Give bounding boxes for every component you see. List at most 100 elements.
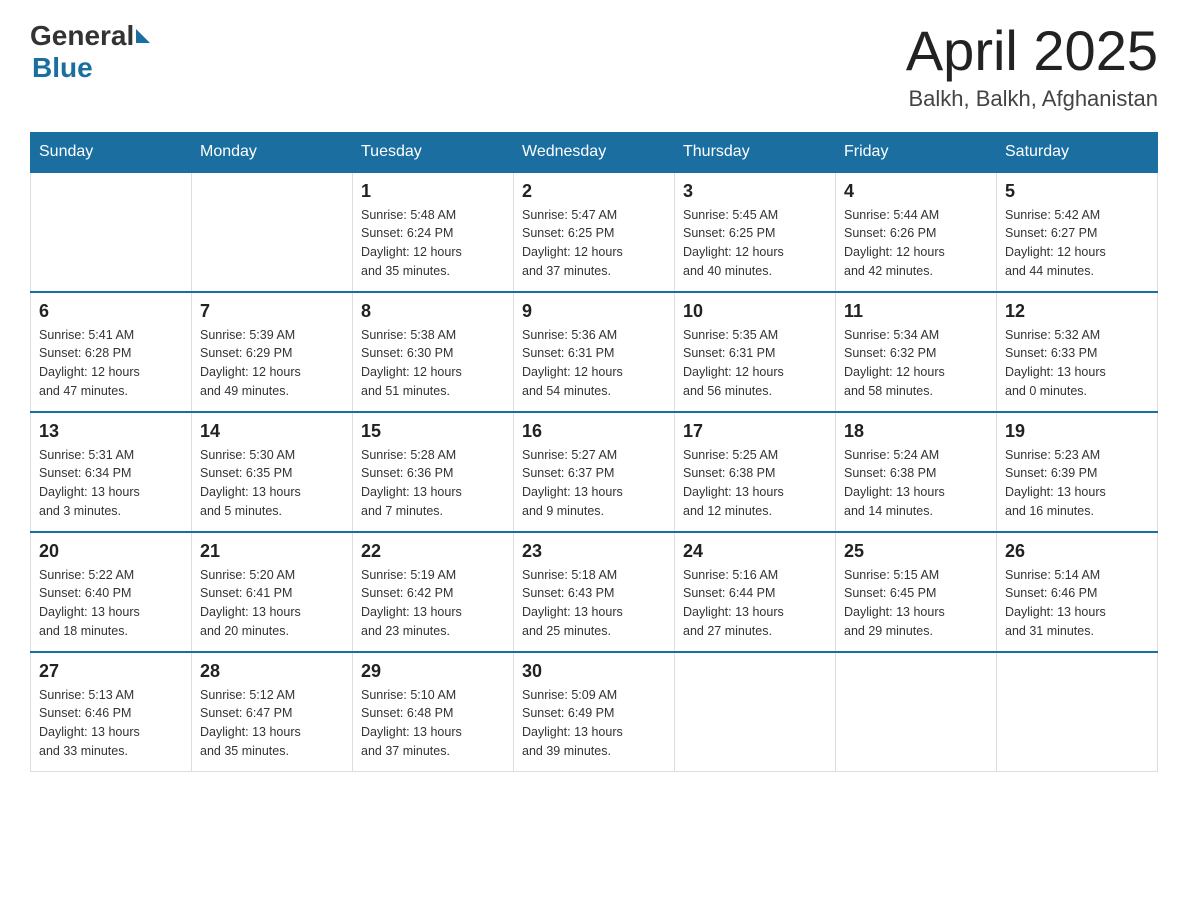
header-monday: Monday: [192, 132, 353, 172]
day-number: 7: [200, 301, 344, 322]
day-info: Sunrise: 5:18 AMSunset: 6:43 PMDaylight:…: [522, 566, 666, 641]
week-row-1: 1Sunrise: 5:48 AMSunset: 6:24 PMDaylight…: [31, 172, 1158, 292]
week-row-5: 27 Sunrise: 5:13 AMSunset: 6:46 PMDayligh…: [31, 652, 1158, 772]
day-number: 3: [683, 181, 827, 202]
page-header: General Blue April 2025 Balkh, Balkh, Af…: [30, 20, 1158, 112]
day-number: 8: [361, 301, 505, 322]
title-section: April 2025 Balkh, Balkh, Afghanistan: [906, 20, 1158, 112]
day-info: Sunrise: 5:35 AMSunset: 6:31 PMDaylight:…: [683, 326, 827, 401]
day-number: 16: [522, 421, 666, 442]
table-row: 10Sunrise: 5:35 AMSunset: 6:31 PMDayligh…: [675, 292, 836, 412]
header-saturday: Saturday: [997, 132, 1158, 172]
day-info: Sunrise: 5:42 AMSunset: 6:27 PMDaylight:…: [1005, 206, 1149, 281]
day-info: Sunrise: 5:27 AMSunset: 6:37 PMDaylight:…: [522, 446, 666, 521]
table-row: 9Sunrise: 5:36 AMSunset: 6:31 PMDaylight…: [514, 292, 675, 412]
day-info: Sunrise: 5:41 AMSunset: 6:28 PMDaylight:…: [39, 326, 183, 401]
day-info: Sunrise: 5:31 AMSunset: 6:34 PMDaylight:…: [39, 446, 183, 521]
day-info: Sunrise: 5:15 AMSunset: 6:45 PMDaylight:…: [844, 566, 988, 641]
header-sunday: Sunday: [31, 132, 192, 172]
table-row: 29 Sunrise: 5:10 AMSunset: 6:48 PMDayligh…: [353, 652, 514, 772]
day-info: Sunrise: 5:23 AMSunset: 6:39 PMDaylight:…: [1005, 446, 1149, 521]
day-number: 22: [361, 541, 505, 562]
day-info: Sunrise: 5:12 AMSunset: 6:47 PMDaylight:…: [200, 686, 344, 761]
day-number: 9: [522, 301, 666, 322]
day-info: Sunrise: 5:28 AMSunset: 6:36 PMDaylight:…: [361, 446, 505, 521]
day-info: Sunrise: 5:19 AMSunset: 6:42 PMDaylight:…: [361, 566, 505, 641]
day-number: 18: [844, 421, 988, 442]
table-row: 28 Sunrise: 5:12 AMSunset: 6:47 PMDayligh…: [192, 652, 353, 772]
day-info: Sunrise: 5:48 AMSunset: 6:24 PMDaylight:…: [361, 206, 505, 281]
table-row: 1Sunrise: 5:48 AMSunset: 6:24 PMDaylight…: [353, 172, 514, 292]
day-info: Sunrise: 5:25 AMSunset: 6:38 PMDaylight:…: [683, 446, 827, 521]
day-number: 27: [39, 661, 183, 682]
table-row: [31, 172, 192, 292]
location-text: Balkh, Balkh, Afghanistan: [906, 86, 1158, 112]
table-row: 5 Sunrise: 5:42 AMSunset: 6:27 PMDaylight…: [997, 172, 1158, 292]
day-info: Sunrise: 5:20 AMSunset: 6:41 PMDaylight:…: [200, 566, 344, 641]
day-number: 29: [361, 661, 505, 682]
day-number: 4: [844, 181, 988, 202]
day-info: Sunrise: 5:14 AMSunset: 6:46 PMDaylight:…: [1005, 566, 1149, 641]
day-number: 25: [844, 541, 988, 562]
table-row: [836, 652, 997, 772]
table-row: 25 Sunrise: 5:15 AMSunset: 6:45 PMDayligh…: [836, 532, 997, 652]
table-row: [997, 652, 1158, 772]
day-number: 20: [39, 541, 183, 562]
day-number: 14: [200, 421, 344, 442]
table-row: [192, 172, 353, 292]
day-info: Sunrise: 5:09 AMSunset: 6:49 PMDaylight:…: [522, 686, 666, 761]
table-row: 12 Sunrise: 5:32 AMSunset: 6:33 PMDayligh…: [997, 292, 1158, 412]
day-number: 12: [1005, 301, 1149, 322]
day-number: 30: [522, 661, 666, 682]
day-number: 17: [683, 421, 827, 442]
day-info: Sunrise: 5:45 AMSunset: 6:25 PMDaylight:…: [683, 206, 827, 281]
day-info: Sunrise: 5:39 AMSunset: 6:29 PMDaylight:…: [200, 326, 344, 401]
day-info: Sunrise: 5:16 AMSunset: 6:44 PMDaylight:…: [683, 566, 827, 641]
day-number: 11: [844, 301, 988, 322]
table-row: [675, 652, 836, 772]
day-info: Sunrise: 5:44 AMSunset: 6:26 PMDaylight:…: [844, 206, 988, 281]
header-tuesday: Tuesday: [353, 132, 514, 172]
table-row: 26 Sunrise: 5:14 AMSunset: 6:46 PMDayligh…: [997, 532, 1158, 652]
calendar-table: Sunday Monday Tuesday Wednesday Thursday…: [30, 132, 1158, 773]
logo-blue-text: Blue: [32, 52, 93, 83]
logo-triangle-icon: [136, 29, 150, 43]
month-title: April 2025: [906, 20, 1158, 82]
table-row: 6 Sunrise: 5:41 AMSunset: 6:28 PMDaylight…: [31, 292, 192, 412]
day-info: Sunrise: 5:13 AMSunset: 6:46 PMDaylight:…: [39, 686, 183, 761]
table-row: 15Sunrise: 5:28 AMSunset: 6:36 PMDayligh…: [353, 412, 514, 532]
day-number: 21: [200, 541, 344, 562]
day-info: Sunrise: 5:34 AMSunset: 6:32 PMDaylight:…: [844, 326, 988, 401]
header-wednesday: Wednesday: [514, 132, 675, 172]
table-row: 4 Sunrise: 5:44 AMSunset: 6:26 PMDaylight…: [836, 172, 997, 292]
day-info: Sunrise: 5:22 AMSunset: 6:40 PMDaylight:…: [39, 566, 183, 641]
logo: General Blue: [30, 20, 152, 84]
logo-general-text: General: [30, 20, 134, 52]
week-row-2: 6 Sunrise: 5:41 AMSunset: 6:28 PMDaylight…: [31, 292, 1158, 412]
table-row: 20 Sunrise: 5:22 AMSunset: 6:40 PMDayligh…: [31, 532, 192, 652]
table-row: 22 Sunrise: 5:19 AMSunset: 6:42 PMDayligh…: [353, 532, 514, 652]
day-info: Sunrise: 5:10 AMSunset: 6:48 PMDaylight:…: [361, 686, 505, 761]
table-row: 23 Sunrise: 5:18 AMSunset: 6:43 PMDayligh…: [514, 532, 675, 652]
day-info: Sunrise: 5:24 AMSunset: 6:38 PMDaylight:…: [844, 446, 988, 521]
day-number: 19: [1005, 421, 1149, 442]
header-thursday: Thursday: [675, 132, 836, 172]
day-number: 13: [39, 421, 183, 442]
day-info: Sunrise: 5:30 AMSunset: 6:35 PMDaylight:…: [200, 446, 344, 521]
day-info: Sunrise: 5:32 AMSunset: 6:33 PMDaylight:…: [1005, 326, 1149, 401]
day-number: 24: [683, 541, 827, 562]
table-row: 21 Sunrise: 5:20 AMSunset: 6:41 PMDayligh…: [192, 532, 353, 652]
table-row: 11 Sunrise: 5:34 AMSunset: 6:32 PMDayligh…: [836, 292, 997, 412]
table-row: 27 Sunrise: 5:13 AMSunset: 6:46 PMDayligh…: [31, 652, 192, 772]
table-row: 30 Sunrise: 5:09 AMSunset: 6:49 PMDayligh…: [514, 652, 675, 772]
day-number: 6: [39, 301, 183, 322]
day-number: 5: [1005, 181, 1149, 202]
day-number: 23: [522, 541, 666, 562]
day-number: 28: [200, 661, 344, 682]
table-row: 2Sunrise: 5:47 AMSunset: 6:25 PMDaylight…: [514, 172, 675, 292]
day-number: 26: [1005, 541, 1149, 562]
table-row: 24 Sunrise: 5:16 AMSunset: 6:44 PMDayligh…: [675, 532, 836, 652]
day-number: 2: [522, 181, 666, 202]
table-row: 16 Sunrise: 5:27 AMSunset: 6:37 PMDayligh…: [514, 412, 675, 532]
table-row: 19 Sunrise: 5:23 AMSunset: 6:39 PMDayligh…: [997, 412, 1158, 532]
